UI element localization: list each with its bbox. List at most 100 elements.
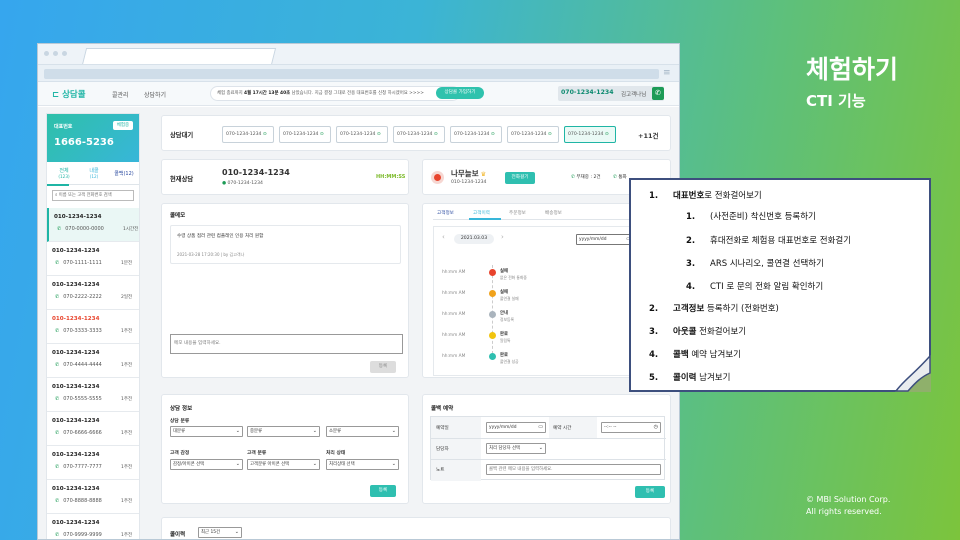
- list-item-phone: ✆ 070-2222-2222: [55, 294, 102, 300]
- waiting-chip[interactable]: 070-1234-1234 ⊙: [507, 126, 559, 143]
- app-logo[interactable]: ⊏ 상담콜: [52, 88, 86, 100]
- current-sub: ● 070-1234-1234: [222, 181, 263, 186]
- list-item-phone: ✆ 070-8888-8888: [55, 498, 102, 504]
- tab-all[interactable]: 전체 (123): [53, 168, 75, 180]
- phone-icon: ✆: [55, 498, 60, 504]
- tab-customer-history[interactable]: 고객이력: [473, 210, 490, 216]
- history-desc: 정보등록: [500, 317, 514, 322]
- window-dot-icon[interactable]: [53, 51, 58, 56]
- list-item[interactable]: 010-1234-1234 ✆ 070-1111-1111 1분전: [47, 242, 139, 276]
- history-desc: 알림톡: [500, 338, 511, 343]
- list-item-phone-number: 070-3333-3333: [63, 328, 102, 334]
- list-item-time: 2일전: [121, 295, 133, 300]
- agent-name[interactable]: 김고객나님: [621, 90, 646, 98]
- waiting-more[interactable]: +11건: [638, 130, 658, 140]
- url-field[interactable]: [44, 69, 659, 79]
- history-date-input[interactable]: yyyy/mm/dd▭: [576, 234, 634, 245]
- list-item[interactable]: 010-1234-1234 ✆ 070-3333-3333 1주전: [47, 310, 139, 344]
- trial-badge[interactable]: 체험중: [113, 121, 133, 130]
- callout-item-number: 5.: [649, 373, 659, 383]
- list-item[interactable]: 010-1234-1234 ✆ 070-6666-6666 1주전: [47, 412, 139, 446]
- history-filter-select[interactable]: 최근 15건 ⌄: [198, 527, 242, 538]
- callout-item-text: CTI 로 문의 전화 알림 확인하기: [710, 282, 824, 292]
- callout-item-number: 3.: [686, 259, 696, 269]
- record-icon[interactable]: [431, 171, 444, 184]
- callback-form: 예약일 yyyy/mm/dd ▭ 예약 시간 --:-- -- ◷ 담당자 처리 담…: [430, 416, 666, 481]
- signup-button[interactable]: 상담콜 가입하기: [436, 87, 484, 99]
- customer-name-text: 나무늘보: [451, 169, 479, 178]
- waiting-chip[interactable]: 070-1234-1234 ⊙: [564, 126, 616, 143]
- window-dot-icon[interactable]: [62, 51, 67, 56]
- list-item[interactable]: 010-1234-1234 ✆ 070-9999-9999 1주전: [47, 514, 139, 539]
- list-item-name: 010-1234-1234: [54, 214, 102, 220]
- type-select[interactable]: 고객분류 아이콘 선택 ⌄: [247, 459, 320, 470]
- waiting-chip[interactable]: 070-1234-1234 ⊙: [336, 126, 388, 143]
- list-item-phone-number: 070-5555-5555: [63, 396, 102, 402]
- list-item[interactable]: 010-1234-1234 ✆ 070-5555-5555 1주전: [47, 378, 139, 412]
- callout-item-bold: 콜백: [673, 350, 689, 360]
- window-dot-icon[interactable]: [44, 51, 49, 56]
- history-time: hh:mm AM: [442, 333, 466, 338]
- list-item-phone: ✆ 070-4444-4444: [55, 362, 102, 368]
- callback-note-input[interactable]: 콜백 관련 메모 내용을 입력하세요.: [486, 464, 661, 475]
- list-item-time: 1분전: [121, 261, 133, 266]
- callout-item: 2. 고객정보 등록하기 (전화번호): [649, 302, 779, 314]
- waiting-chip[interactable]: 070-1234-1234 ⊙: [450, 126, 502, 143]
- agent-select[interactable]: 처리 담당자 선택 ⌄: [486, 443, 546, 454]
- status-dot-icon: ⊙: [432, 132, 438, 137]
- phone-icon: ✆: [55, 260, 60, 266]
- prev-date-icon[interactable]: ‹: [442, 233, 445, 241]
- list-item[interactable]: 010-1234-1234 ✆ 070-4444-4444 1주전: [47, 344, 139, 378]
- tab-callback[interactable]: 콜백(12): [111, 171, 137, 177]
- slide-title: 체험하기: [806, 55, 899, 84]
- emotion-select[interactable]: 감정/아이콘 선택 ⌄: [170, 459, 243, 470]
- waiting-chip[interactable]: 070-1234-1234 ⊙: [279, 126, 331, 143]
- hamburger-menu-icon[interactable]: ≡: [663, 68, 673, 78]
- list-item[interactable]: 010-1234-1234 ✆ 070-8888-8888 1주전: [47, 480, 139, 514]
- next-date-icon[interactable]: ›: [501, 233, 504, 241]
- list-item-phone: ✆ 070-3333-3333: [55, 328, 102, 334]
- phone-icon[interactable]: ✆: [652, 87, 664, 100]
- nav-link-call-manage[interactable]: 콜관리: [112, 90, 129, 99]
- list-item-phone-number: 070-8888-8888: [63, 498, 102, 504]
- status-select[interactable]: 처리상태 선택 ⌄: [326, 459, 399, 470]
- waiting-chip[interactable]: 070-1234-1234 ⊙: [393, 126, 445, 143]
- callback-date-placeholder: yyyy/mm/dd: [489, 425, 517, 430]
- tab-delivery-info[interactable]: 배송정보: [545, 210, 562, 216]
- category-large-select[interactable]: 대분류 ⌄: [170, 426, 243, 437]
- tab-order-info[interactable]: 주문정보: [509, 210, 526, 216]
- list-item-time: 1주전: [121, 329, 133, 334]
- memo-title: 콜메모: [170, 213, 186, 219]
- callback-date-input[interactable]: yyyy/mm/dd ▭: [486, 422, 546, 433]
- category-small-select[interactable]: 소분류 ⌄: [326, 426, 399, 437]
- list-item[interactable]: 010-1234-1234 ✆ 070-7777-7777 1주전: [47, 446, 139, 480]
- consult-save-button[interactable]: 등록: [370, 485, 396, 497]
- browser-tab[interactable]: [81, 48, 277, 65]
- notice-prefix: 체험 종료까지: [217, 91, 245, 96]
- category-mid-select[interactable]: 중분류 ⌄: [247, 426, 320, 437]
- list-item[interactable]: 010-1234-1234 ✆ 070-2222-2222 2일전: [47, 276, 139, 310]
- memo-input[interactable]: 메모 내용을 입력하세요.: [170, 334, 403, 354]
- callback-save-button[interactable]: 등록: [635, 486, 665, 498]
- memo-save-button[interactable]: 등록: [370, 361, 396, 373]
- list-item-name: 010-1234-1234: [52, 520, 100, 526]
- history-desc: 콜연결 성공: [500, 359, 519, 364]
- list-item-name: 010-1234-1234: [52, 452, 100, 458]
- notice-suffix: 남았습니다. 지금 결정 그대로 전용 대표번호를 신청 하시겠어요 >>>>: [290, 91, 424, 96]
- tab-mine[interactable]: 내콜 (12): [83, 168, 105, 180]
- nav-link-consult[interactable]: 상담하기: [144, 90, 166, 99]
- tab-customer-info[interactable]: 고객정보: [437, 210, 454, 216]
- callout-item-text: 남겨보기: [696, 373, 731, 383]
- status-dot-icon: [489, 353, 496, 360]
- list-item[interactable]: 010-1234-1234 ✆ 070-0000-0000 1시간전: [47, 208, 139, 242]
- waiting-chip-number: 070-1234-1234: [397, 132, 433, 137]
- customer-search-input[interactable]: ⌕ 이름 또는 고객 전화번호 검색: [52, 190, 134, 201]
- callback-time-input[interactable]: --:-- -- ◷: [601, 422, 661, 433]
- make-call-button[interactable]: 전화걸기: [505, 172, 535, 184]
- list-item-time: 1주전: [121, 465, 133, 470]
- address-bar[interactable]: ≡: [38, 64, 679, 82]
- copyright: © MBI Solution Corp. All rights reserved…: [806, 494, 890, 518]
- callout-item-text: 전화걸어보기: [696, 327, 747, 337]
- waiting-chip[interactable]: 070-1234-1234 ⊙: [222, 126, 274, 143]
- history-filter-value: 최근 15건: [201, 530, 221, 535]
